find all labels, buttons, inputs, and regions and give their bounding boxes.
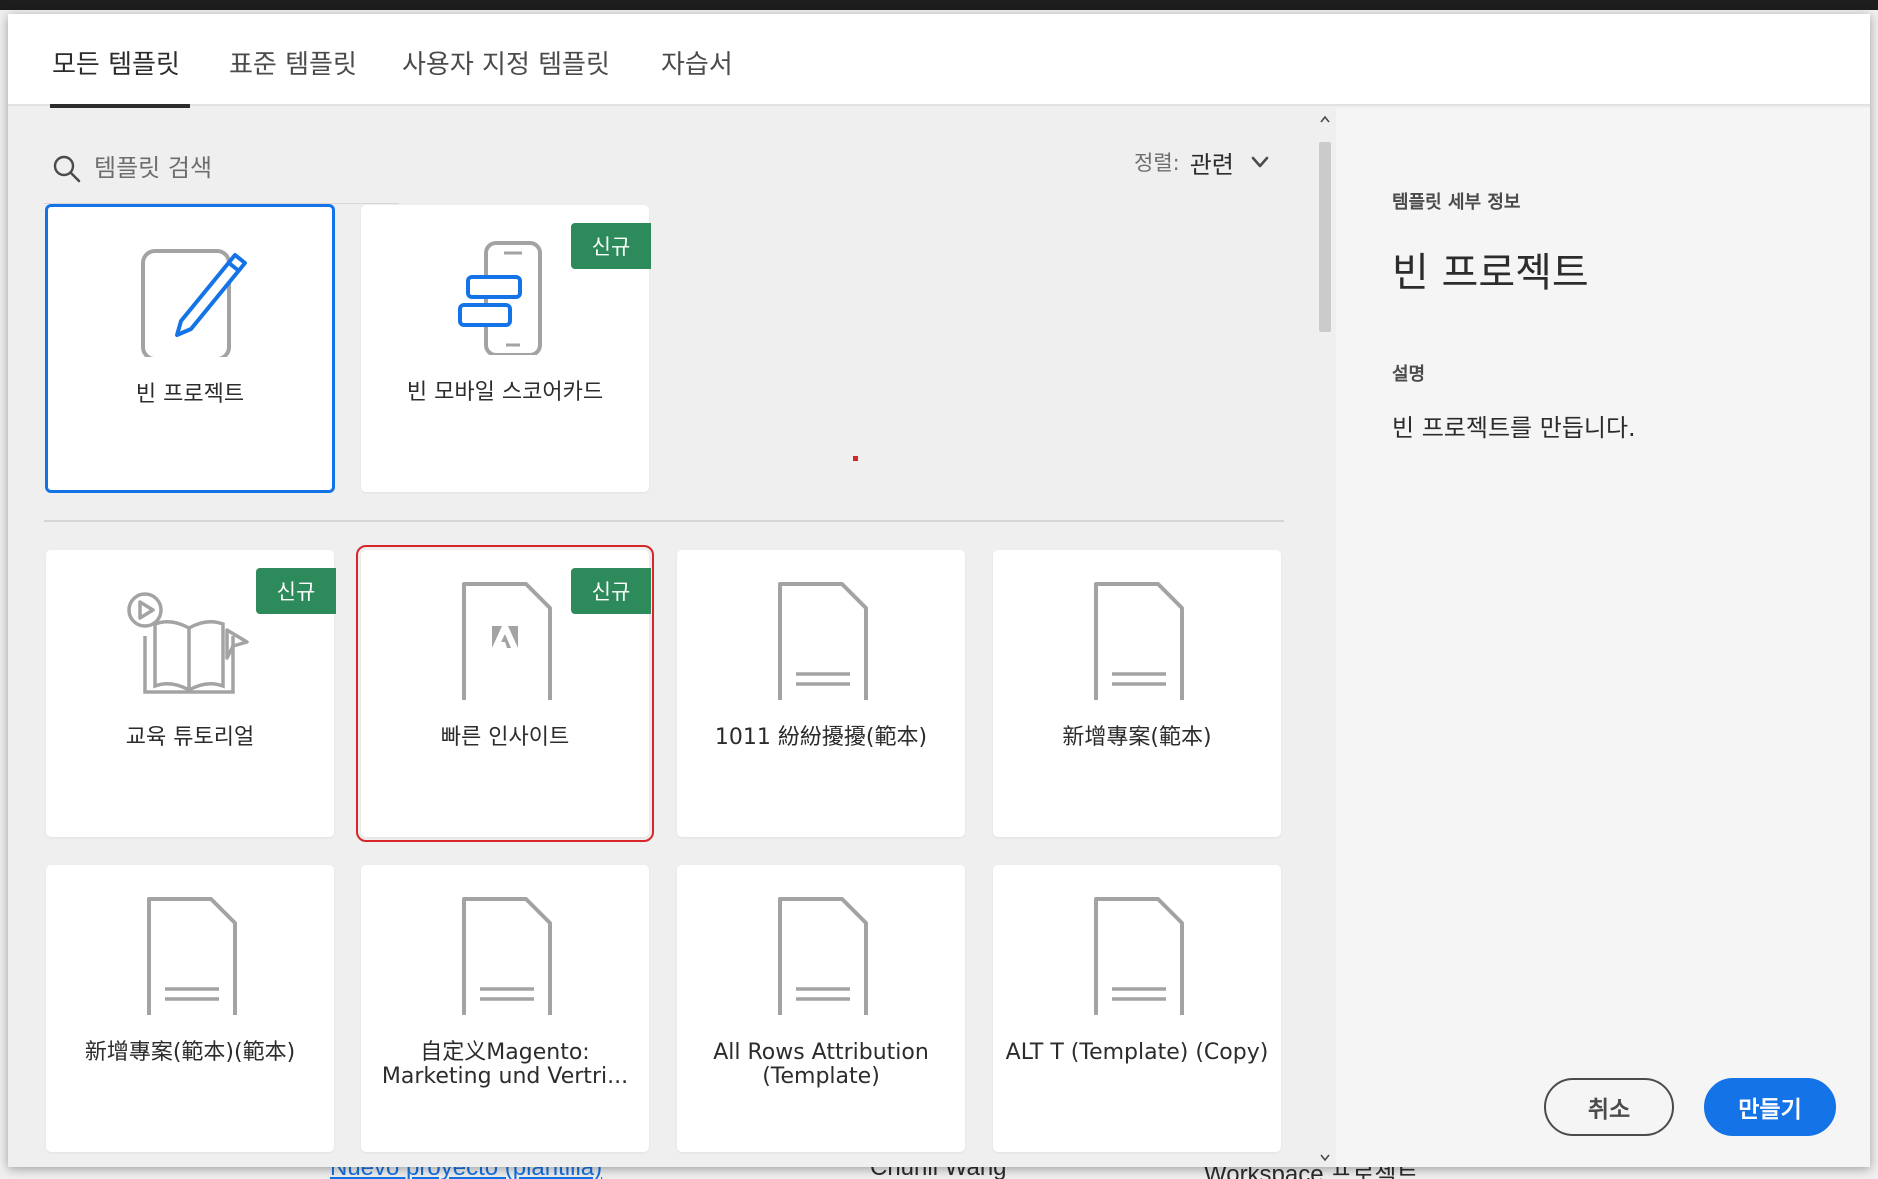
template-card-alt-t[interactable]: ALT T (Template) (Copy) <box>993 865 1281 1152</box>
tab-standard-templates[interactable]: 표준 템플릿 <box>229 44 357 104</box>
tab-tutorials[interactable]: 자습서 <box>661 44 733 104</box>
description-text: 빈 프로젝트를 만듭니다. <box>1392 414 1636 442</box>
template-name: 교육 튜토리얼 <box>125 725 255 750</box>
template-name: 빈 모바일 스코어카드 <box>406 380 604 405</box>
tutorial-book-icon <box>127 592 249 694</box>
thumbnail <box>993 580 1281 700</box>
scroll-down-arrow-icon[interactable] <box>1319 1153 1331 1163</box>
thumbnail <box>361 895 649 1015</box>
scrollbar-thumb[interactable] <box>1319 142 1331 332</box>
document-icon <box>778 582 868 700</box>
description-label: 설명 <box>1392 364 1426 385</box>
template-dialog: 모든 템플릿 표준 템플릿 사용자 지정 템플릿 자습서 정렬: 관련 빈 프로… <box>8 14 1870 1167</box>
template-name: ALT T (Template) (Copy) <box>1005 1040 1269 1065</box>
template-name: All Rows Attribution (Template) <box>713 1040 929 1089</box>
template-details-panel: 템플릿 세부 정보 빈 프로젝트 설명 빈 프로젝트를 만듭니다. 취소 만들기 <box>1336 108 1870 1167</box>
template-card-blank-mobile-scorecard[interactable]: 신규 빈 모바일 스코어카드 <box>361 205 651 492</box>
thumbnail <box>361 580 649 700</box>
template-card-magento[interactable]: 自定义Magento: Marketing und Vertri... <box>361 865 649 1152</box>
adobe-document-icon <box>462 582 552 700</box>
tab-custom-templates[interactable]: 사용자 지정 템플릿 <box>402 44 610 104</box>
tab-bar: 모든 템플릿 표준 템플릿 사용자 지정 템플릿 자습서 <box>8 14 1870 108</box>
document-icon <box>778 897 868 1015</box>
details-heading: 템플릿 세부 정보 <box>1392 192 1521 213</box>
document-icon <box>147 897 237 1015</box>
template-card-blank-project[interactable]: 빈 프로젝트 <box>46 205 334 492</box>
marker-dot <box>853 456 858 461</box>
pencil-document-icon <box>141 249 247 357</box>
mobile-scorecard-icon <box>458 241 542 355</box>
template-name: 新增專案(範本)(範本) <box>84 1040 296 1065</box>
thumbnail <box>677 580 965 700</box>
thumbnail <box>677 895 965 1015</box>
thumbnail <box>46 895 334 1015</box>
search-input[interactable] <box>94 148 394 188</box>
document-icon <box>1094 897 1184 1015</box>
scroll-up-arrow-icon[interactable] <box>1319 114 1331 124</box>
section-divider <box>44 520 1284 522</box>
template-name: 1011 紛紛擾擾(範本) <box>714 725 928 750</box>
create-button[interactable]: 만들기 <box>1704 1078 1836 1136</box>
cancel-button[interactable]: 취소 <box>1544 1078 1674 1136</box>
thumbnail <box>48 237 332 357</box>
thumbnail <box>46 580 334 700</box>
sort-value: 관련 <box>1189 150 1234 179</box>
template-card-quick-insights[interactable]: 신규 빠른 인사이트 <box>356 545 654 842</box>
tab-all-templates[interactable]: 모든 템플릿 <box>52 44 180 104</box>
sort-label: 정렬: <box>1134 151 1180 175</box>
template-card-education-tutorial[interactable]: 신규 교육 튜토리얼 <box>46 550 336 837</box>
template-card-1011[interactable]: 1011 紛紛擾擾(範本) <box>677 550 965 837</box>
search-field <box>44 136 399 204</box>
template-card-new-project-template[interactable]: 新增專案(範本) <box>993 550 1281 837</box>
sort-dropdown[interactable]: 정렬: 관련 <box>1134 142 1270 182</box>
document-icon <box>1094 582 1184 700</box>
chevron-down-icon <box>1251 156 1269 168</box>
search-icon <box>53 155 81 183</box>
tab-selected-indicator <box>50 104 190 108</box>
template-name: 新增專案(範本) <box>1062 725 1212 750</box>
template-card-new-project-template-template[interactable]: 新增專案(範本)(範本) <box>46 865 334 1152</box>
template-card-all-rows-attribution[interactable]: All Rows Attribution (Template) <box>677 865 965 1152</box>
template-name: 自定义Magento: Marketing und Vertri... <box>381 1040 629 1089</box>
thumbnail <box>361 235 649 355</box>
document-icon <box>462 897 552 1015</box>
scrollbar[interactable] <box>1316 110 1334 1167</box>
details-title: 빈 프로젝트 <box>1392 250 1589 296</box>
template-name: 빠른 인사이트 <box>440 725 570 750</box>
template-name: 빈 프로젝트 <box>135 382 245 407</box>
thumbnail <box>993 895 1281 1015</box>
